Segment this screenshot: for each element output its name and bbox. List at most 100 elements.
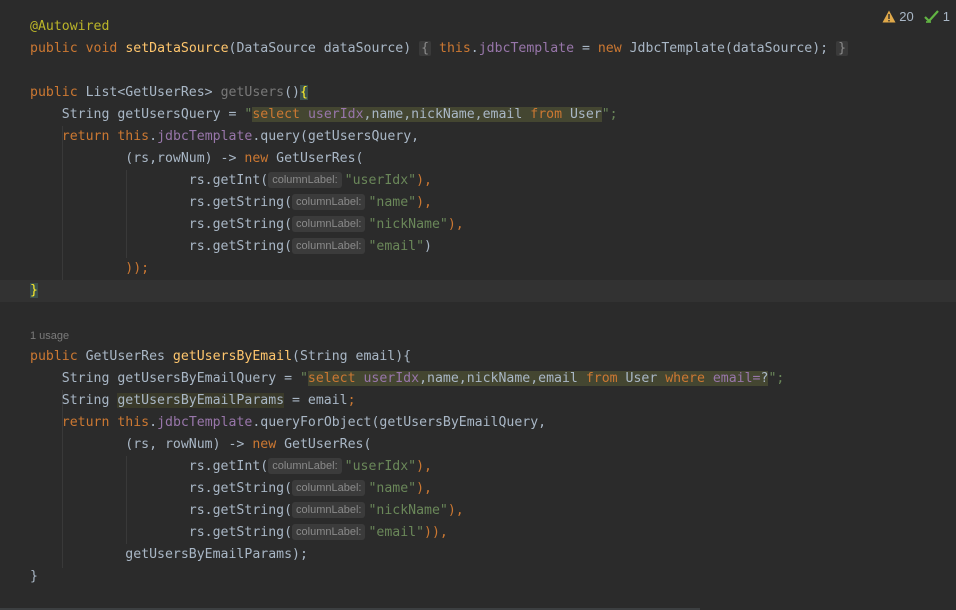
code-text: = email — [284, 393, 348, 408]
code-text: String getUsersQuery = — [61, 107, 245, 122]
code-text: rs.getString( — [188, 481, 293, 496]
code-text: )); — [125, 261, 150, 276]
method-name: setDataSource — [125, 41, 229, 56]
method-name: getUsersByEmail — [172, 349, 293, 364]
sql-text: User — [562, 107, 602, 122]
code-text: ), — [416, 459, 432, 474]
return-type: GetUserRes — [77, 349, 173, 364]
parameter-hint: columnLabel: — [268, 172, 342, 188]
string: "nickName" — [368, 217, 448, 232]
code-text: rs.getInt( — [188, 173, 269, 188]
field: jdbcTemplate — [478, 41, 575, 56]
code-line[interactable]: public GetUserRes getUsersByEmail(String… — [0, 346, 956, 368]
sql-text: ,name,nickName,email — [419, 371, 586, 386]
code-text: () — [284, 85, 300, 100]
code-text: )), — [424, 525, 448, 540]
parameter-hint: columnLabel: — [268, 458, 342, 474]
code-line[interactable]: (rs,rowNum) -> new GetUserRes( — [0, 148, 956, 170]
code-line[interactable]: rs.getString(columnLabel: "nickName"), — [0, 500, 956, 522]
method-name: getUsers — [220, 85, 285, 100]
parameter-hint: columnLabel: — [292, 194, 366, 210]
variable-highlight: getUsersByEmailParams — [117, 393, 285, 408]
params: (DataSource dataSource) — [228, 41, 412, 56]
code-text: (rs,rowNum) -> — [125, 151, 245, 166]
code-line[interactable]: public void setDataSource(DataSource dat… — [0, 38, 956, 60]
code-text: GetUserRes( — [276, 437, 372, 452]
keyword: public — [30, 85, 78, 100]
keyword: return — [61, 129, 110, 144]
code-line[interactable]: rs.getString(columnLabel: "email")), — [0, 522, 956, 544]
string: " — [299, 371, 308, 386]
fold-marker[interactable]: { — [419, 41, 432, 56]
code-line[interactable]: String getUsersByEmailParams = email; — [0, 390, 956, 412]
code-line[interactable]: rs.getInt(columnLabel: "userIdx"), — [0, 170, 956, 192]
code-line[interactable]: String getUsersQuery = "select userIdx,n… — [0, 104, 956, 126]
code-text: (rs, rowNum) -> — [125, 437, 253, 452]
keyword: new — [252, 437, 277, 452]
code-line[interactable]: @Autowired — [0, 16, 956, 38]
code-text: rs.getString( — [188, 503, 293, 518]
string: "name" — [368, 481, 417, 496]
code-line[interactable]: rs.getString(columnLabel: "nickName"), — [0, 214, 956, 236]
code-line[interactable]: rs.getInt(columnLabel: "userIdx"), — [0, 456, 956, 478]
code-line[interactable]: return this.jdbcTemplate.query(getUsersQ… — [0, 126, 956, 148]
sql-keyword: select — [252, 107, 300, 122]
code-text: ) — [424, 239, 432, 254]
code-line[interactable]: rs.getString(columnLabel: "name"), — [0, 478, 956, 500]
code-text: rs.getString( — [188, 525, 293, 540]
code-text: .query(getUsersQuery, — [252, 129, 420, 144]
code-line[interactable]: } — [0, 566, 956, 588]
code-line[interactable] — [0, 302, 956, 324]
sql-text: User — [617, 371, 666, 386]
sql-text: ,name,nickName,email — [363, 107, 531, 122]
code-text: ), — [416, 173, 432, 188]
code-line[interactable]: rs.getString(columnLabel: "name"), — [0, 192, 956, 214]
sql-keyword: select — [307, 371, 356, 386]
sql-text: email= — [704, 371, 761, 386]
code-text: ), — [447, 503, 464, 518]
string: "userIdx" — [344, 173, 417, 188]
code-text: rs.getString( — [188, 195, 293, 210]
params: (String email){ — [292, 349, 412, 364]
code-line[interactable] — [0, 60, 956, 82]
code-line[interactable]: public List<GetUserRes> getUsers(){ — [0, 82, 956, 104]
keyword: this — [117, 129, 150, 144]
code-text: getUsersByEmailParams); — [125, 547, 308, 562]
parameter-hint: columnLabel: — [292, 524, 366, 540]
code-text: .queryForObject(getUsersByEmailQuery, — [252, 415, 547, 430]
usage-hint[interactable]: 1 usage — [0, 324, 956, 346]
code-text: JdbcTemplate(dataSource); — [621, 41, 829, 56]
string: "email" — [368, 525, 425, 540]
string: "name" — [368, 195, 417, 210]
fold-marker[interactable]: } — [836, 41, 849, 56]
parameter-hint: columnLabel: — [292, 480, 366, 496]
string: "; — [768, 371, 785, 386]
string: "nickName" — [368, 503, 448, 518]
code-line[interactable]: String getUsersByEmailQuery = "select us… — [0, 368, 956, 390]
keyword: void — [85, 41, 118, 56]
code-text: rs.getString( — [188, 217, 293, 232]
code-text: ; — [347, 393, 356, 408]
sql-column: userIdx — [355, 371, 420, 386]
code-line-current[interactable]: } — [0, 280, 956, 302]
code-line[interactable]: return this.jdbcTemplate.queryForObject(… — [0, 412, 956, 434]
code-text: = — [574, 41, 598, 56]
code-editor[interactable]: @Autowired public void setDataSource(Dat… — [0, 16, 956, 588]
code-text: ), — [416, 481, 432, 496]
code-line[interactable]: (rs, rowNum) -> new GetUserRes( — [0, 434, 956, 456]
code-line[interactable]: )); — [0, 258, 956, 280]
matched-brace: } — [30, 283, 38, 298]
sql-column: userIdx — [307, 107, 364, 122]
field: jdbcTemplate — [157, 415, 253, 430]
return-type: List<GetUserRes> — [77, 85, 221, 100]
code-line[interactable]: getUsersByEmailParams); — [0, 544, 956, 566]
annotation: @Autowired — [30, 19, 110, 34]
code-text: String — [61, 393, 118, 408]
code-text: rs.getInt( — [188, 459, 269, 474]
code-line[interactable]: rs.getString(columnLabel: "email") — [0, 236, 956, 258]
string: "email" — [368, 239, 425, 254]
sql-keyword: where — [665, 371, 705, 386]
keyword: this — [439, 41, 471, 56]
code-text: ), — [416, 195, 432, 210]
